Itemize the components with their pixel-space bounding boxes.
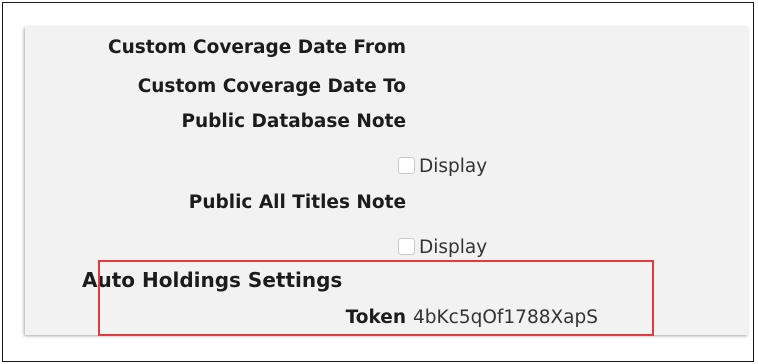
public-database-note-display-label: Display xyxy=(419,156,488,177)
public-database-note-display-row: Display xyxy=(398,155,487,179)
public-all-titles-note-display-label: Display xyxy=(419,237,488,258)
public-all-titles-note-label: Public All Titles Note xyxy=(188,192,406,213)
token-row: Token 4bKc5qOf1788XapS xyxy=(0,307,758,329)
public-database-note-label: Public Database Note xyxy=(181,111,406,132)
token-value: 4bKc5qOf1788XapS xyxy=(413,307,598,328)
auto-holdings-settings-heading: Auto Holdings Settings xyxy=(82,268,343,292)
public-all-titles-note-display-row: Display xyxy=(398,236,487,260)
public-database-note-display-checkbox[interactable] xyxy=(398,156,415,174)
token-label: Token xyxy=(345,307,406,328)
public-all-titles-note-display-checkbox[interactable] xyxy=(398,237,415,255)
custom-coverage-date-to-label: Custom Coverage Date To xyxy=(137,76,406,97)
custom-coverage-date-from-label: Custom Coverage Date From xyxy=(108,37,406,58)
